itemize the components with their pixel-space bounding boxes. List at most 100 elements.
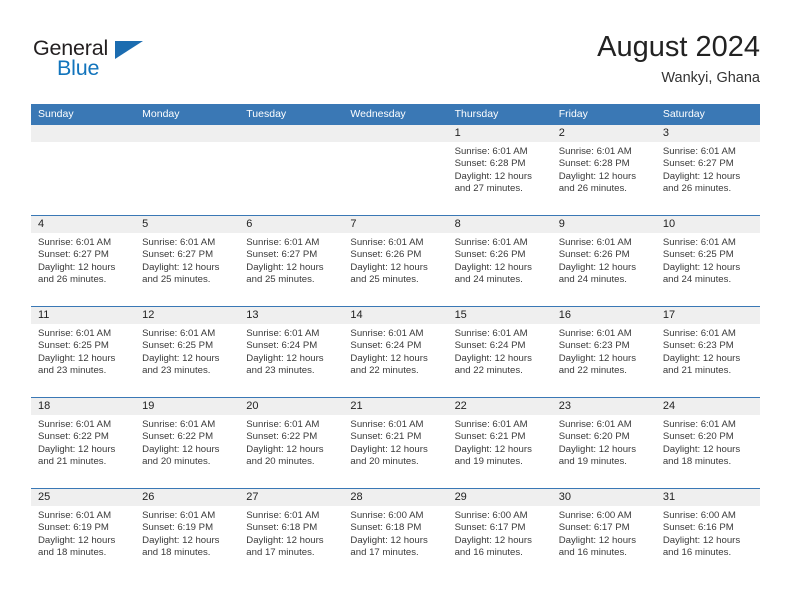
calendar-day-cell[interactable]: 14 Sunrise: 6:01 AM Sunset: 6:24 PM Dayligh…	[343, 306, 448, 398]
calendar-week-row: 11 Sunrise: 6:01 AM Sunset: 6:25 PM Dayligh…	[31, 306, 760, 398]
day-details: Sunrise: 6:00 AM Sunset: 6:17 PM Daylight:…	[552, 506, 656, 559]
day-number: 31	[655, 489, 760, 506]
daylight-text: Daylight: 12 hours and 23 minutes.	[38, 352, 116, 376]
daylight-text: Daylight: 12 hours and 17 minutes.	[246, 534, 324, 558]
calendar-day-cell[interactable]: 8 Sunrise: 6:01 AM Sunset: 6:26 PM Daylight…	[447, 215, 552, 307]
sunset-text: Sunset: 6:22 PM	[142, 431, 214, 443]
calendar-day-cell[interactable]: 9 Sunrise: 6:01 AM Sunset: 6:26 PM Daylight…	[551, 215, 656, 307]
calendar-day-cell[interactable]: 30 Sunrise: 6:00 AM Sunset: 6:17 PM Dayligh…	[551, 488, 656, 579]
title-block: August 2024 Wankyi, Ghana	[597, 30, 760, 88]
day-number: 18	[31, 398, 136, 415]
sunrise-text: Sunrise: 6:01 AM	[662, 419, 736, 430]
day-number: 24	[655, 398, 760, 415]
page-header: General Blue August 2024 Wankyi, Ghana	[0, 0, 792, 100]
sunset-text: Sunset: 6:27 PM	[662, 158, 734, 170]
calendar-day-cell[interactable]: 23 Sunrise: 6:01 AM Sunset: 6:20 PM Dayligh…	[551, 397, 656, 489]
sunset-text: Sunset: 6:21 PM	[350, 431, 422, 443]
sunrise-text: Sunrise: 6:00 AM	[558, 510, 632, 521]
sunrise-text: Sunrise: 6:01 AM	[142, 419, 216, 430]
sunset-text: Sunset: 6:26 PM	[454, 249, 526, 261]
day-details: Sunrise: 6:00 AM Sunset: 6:16 PM Daylight:…	[656, 506, 760, 559]
calendar-day-cell[interactable]: 22 Sunrise: 6:01 AM Sunset: 6:21 PM Dayligh…	[447, 397, 552, 489]
sunrise-text: Sunrise: 6:01 AM	[350, 419, 424, 430]
sunset-text: Sunset: 6:23 PM	[662, 340, 734, 352]
day-details: Sunrise: 6:01 AM Sunset: 6:28 PM Daylight:…	[448, 142, 552, 195]
daylight-text: Daylight: 12 hours and 16 minutes.	[454, 534, 532, 558]
calendar-day-cell[interactable]: 17 Sunrise: 6:01 AM Sunset: 6:23 PM Dayligh…	[655, 306, 760, 398]
sunrise-text: Sunrise: 6:01 AM	[558, 328, 632, 339]
calendar-day-cell[interactable]: 5 Sunrise: 6:01 AM Sunset: 6:27 PM Daylight…	[135, 215, 240, 307]
calendar-day-cell[interactable]: 26 Sunrise: 6:01 AM Sunset: 6:19 PM Dayligh…	[135, 488, 240, 579]
calendar-day-cell[interactable]: 19 Sunrise: 6:01 AM Sunset: 6:22 PM Dayligh…	[135, 397, 240, 489]
calendar-day-cell[interactable]: 21 Sunrise: 6:01 AM Sunset: 6:21 PM Dayligh…	[343, 397, 448, 489]
weekday-header-monday: Monday	[135, 104, 240, 125]
sunrise-text: Sunrise: 6:01 AM	[38, 419, 112, 430]
day-details: Sunrise: 6:01 AM Sunset: 6:25 PM Daylight:…	[135, 324, 239, 377]
calendar-day-cell[interactable]: 2 Sunrise: 6:01 AM Sunset: 6:28 PM Daylight…	[551, 125, 656, 216]
calendar-day-cell[interactable]: 29 Sunrise: 6:00 AM Sunset: 6:17 PM Dayligh…	[447, 488, 552, 579]
calendar-day-cell[interactable]: 11 Sunrise: 6:01 AM Sunset: 6:25 PM Dayligh…	[31, 306, 136, 398]
sunrise-text: Sunrise: 6:01 AM	[454, 146, 528, 157]
sunset-text: Sunset: 6:26 PM	[558, 249, 630, 261]
sunset-text: Sunset: 6:18 PM	[246, 522, 318, 534]
calendar-day-cell[interactable]: 12 Sunrise: 6:01 AM Sunset: 6:25 PM Dayligh…	[135, 306, 240, 398]
day-details: Sunrise: 6:01 AM Sunset: 6:20 PM Daylight:…	[552, 415, 656, 468]
sunrise-text: Sunrise: 6:00 AM	[454, 510, 528, 521]
calendar-day-cell-empty	[135, 125, 240, 216]
calendar-day-cell[interactable]: 28 Sunrise: 6:00 AM Sunset: 6:18 PM Dayligh…	[343, 488, 448, 579]
sunset-text: Sunset: 6:23 PM	[558, 340, 630, 352]
calendar-day-cell-empty	[239, 125, 344, 216]
daylight-text: Daylight: 12 hours and 24 minutes.	[662, 261, 741, 285]
sunset-text: Sunset: 6:26 PM	[350, 249, 422, 261]
sunrise-text: Sunrise: 6:01 AM	[454, 328, 528, 339]
calendar-day-cell-empty	[31, 125, 136, 216]
calendar-day-cell[interactable]: 15 Sunrise: 6:01 AM Sunset: 6:24 PM Dayligh…	[447, 306, 552, 398]
day-number: 12	[135, 307, 240, 324]
day-details: Sunrise: 6:01 AM Sunset: 6:19 PM Daylight:…	[31, 506, 135, 559]
weekday-header-thursday: Thursday	[447, 104, 552, 125]
calendar-day-cell[interactable]: 1 Sunrise: 6:01 AM Sunset: 6:28 PM Daylight…	[447, 125, 552, 216]
day-number: 28	[343, 489, 448, 506]
daylight-text: Daylight: 12 hours and 24 minutes.	[454, 261, 532, 285]
calendar-day-cell[interactable]: 10 Sunrise: 6:01 AM Sunset: 6:25 PM Dayligh…	[655, 215, 760, 307]
daylight-text: Daylight: 12 hours and 20 minutes.	[350, 443, 428, 467]
day-number: 21	[343, 398, 448, 415]
calendar-week-row: 4 Sunrise: 6:01 AM Sunset: 6:27 PM Daylight…	[31, 215, 760, 307]
day-details: Sunrise: 6:01 AM Sunset: 6:26 PM Daylight:…	[552, 233, 656, 286]
daylight-text: Daylight: 12 hours and 18 minutes.	[662, 443, 741, 467]
calendar-day-cell[interactable]: 31 Sunrise: 6:00 AM Sunset: 6:16 PM Dayligh…	[655, 488, 760, 579]
daylight-text: Daylight: 12 hours and 21 minutes.	[662, 352, 741, 376]
daylight-text: Daylight: 12 hours and 20 minutes.	[142, 443, 220, 467]
calendar-day-cell[interactable]: 7 Sunrise: 6:01 AM Sunset: 6:26 PM Daylight…	[343, 215, 448, 307]
day-number	[135, 125, 240, 142]
day-details: Sunrise: 6:01 AM Sunset: 6:22 PM Daylight:…	[239, 415, 343, 468]
sunset-text: Sunset: 6:17 PM	[558, 522, 630, 534]
weekday-header-sunday: Sunday	[31, 104, 136, 125]
daylight-text: Daylight: 12 hours and 17 minutes.	[350, 534, 428, 558]
day-details: Sunrise: 6:01 AM Sunset: 6:26 PM Daylight:…	[448, 233, 552, 286]
day-details: Sunrise: 6:01 AM Sunset: 6:25 PM Daylight:…	[656, 233, 760, 286]
calendar-day-cell[interactable]: 4 Sunrise: 6:01 AM Sunset: 6:27 PM Daylight…	[31, 215, 136, 307]
daylight-text: Daylight: 12 hours and 22 minutes.	[350, 352, 428, 376]
daylight-text: Daylight: 12 hours and 22 minutes.	[558, 352, 637, 376]
day-number: 16	[551, 307, 656, 324]
daylight-text: Daylight: 12 hours and 23 minutes.	[142, 352, 220, 376]
calendar-day-cell[interactable]: 25 Sunrise: 6:01 AM Sunset: 6:19 PM Dayligh…	[31, 488, 136, 579]
daylight-text: Daylight: 12 hours and 18 minutes.	[142, 534, 220, 558]
day-number: 8	[447, 216, 552, 233]
day-details: Sunrise: 6:01 AM Sunset: 6:22 PM Daylight:…	[31, 415, 135, 468]
calendar-day-cell[interactable]: 24 Sunrise: 6:01 AM Sunset: 6:20 PM Dayligh…	[655, 397, 760, 489]
day-details: Sunrise: 6:01 AM Sunset: 6:19 PM Daylight:…	[135, 506, 239, 559]
day-number: 19	[135, 398, 240, 415]
sunset-text: Sunset: 6:21 PM	[454, 431, 526, 443]
calendar-day-cell[interactable]: 20 Sunrise: 6:01 AM Sunset: 6:22 PM Dayligh…	[239, 397, 344, 489]
calendar-day-cell[interactable]: 18 Sunrise: 6:01 AM Sunset: 6:22 PM Dayligh…	[31, 397, 136, 489]
calendar-day-cell[interactable]: 6 Sunrise: 6:01 AM Sunset: 6:27 PM Daylight…	[239, 215, 344, 307]
sunset-text: Sunset: 6:20 PM	[558, 431, 630, 443]
sunset-text: Sunset: 6:27 PM	[142, 249, 214, 261]
general-blue-logo[interactable]: General Blue	[33, 36, 183, 88]
calendar-day-cell[interactable]: 16 Sunrise: 6:01 AM Sunset: 6:23 PM Dayligh…	[551, 306, 656, 398]
calendar-day-cell[interactable]: 13 Sunrise: 6:01 AM Sunset: 6:24 PM Dayligh…	[239, 306, 344, 398]
calendar-day-cell[interactable]: 3 Sunrise: 6:01 AM Sunset: 6:27 PM Daylight…	[655, 125, 760, 216]
calendar-day-cell[interactable]: 27 Sunrise: 6:01 AM Sunset: 6:18 PM Dayligh…	[239, 488, 344, 579]
